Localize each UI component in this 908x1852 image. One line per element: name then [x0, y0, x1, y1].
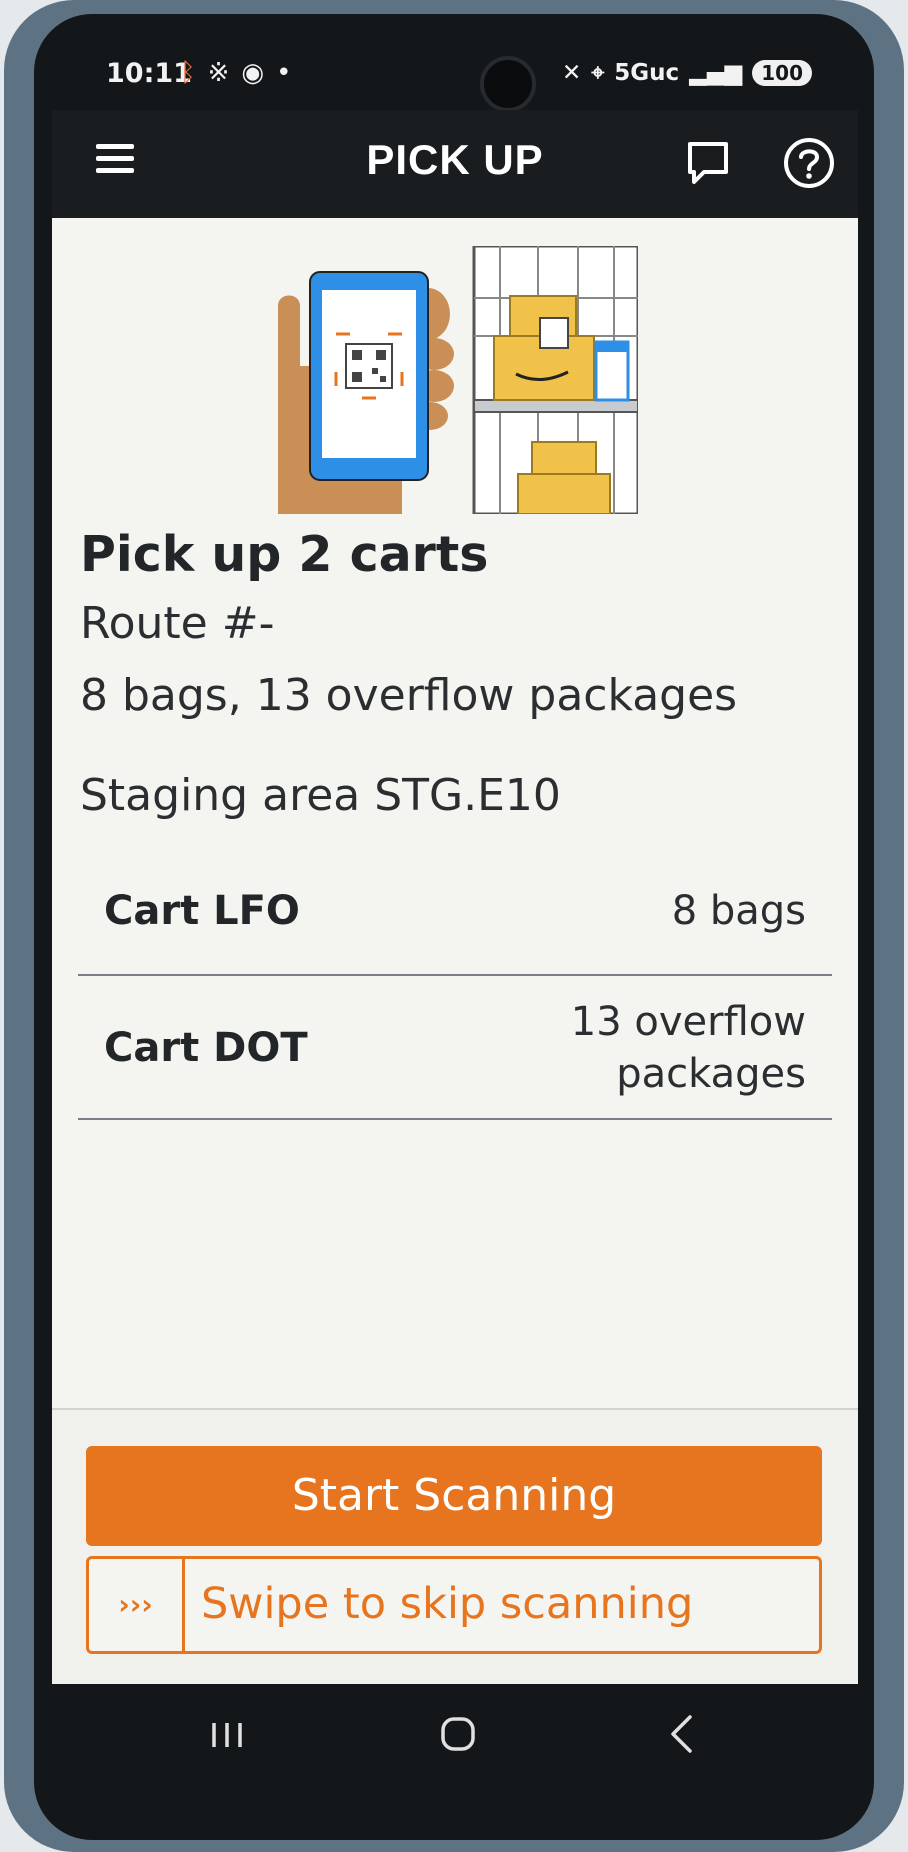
pickup-summary: 8 bags, 13 overflow packages [80, 670, 738, 721]
bluetooth-icon: ᛒ [180, 58, 196, 88]
recents-icon[interactable] [208, 1720, 246, 1750]
network-label: 5Guc [614, 60, 680, 86]
signal-icon: ▂▄▆ [689, 60, 743, 86]
swipe-label: Swipe to skip scanning [201, 1579, 694, 1629]
cart-name: Cart DOT [104, 1025, 308, 1071]
chat-icon[interactable] [686, 140, 730, 188]
system-nav-bar [52, 1684, 858, 1784]
pickup-title: Pick up 2 carts [80, 526, 489, 583]
route-number: Route #- [80, 598, 275, 649]
action-footer: Start Scanning ››› Swipe to skip scannin… [52, 1408, 858, 1684]
cart-name: Cart LFO [104, 888, 300, 934]
location-icon: ⌖ [591, 60, 605, 86]
nfc-icon: ※ [207, 58, 230, 88]
cart-row: Cart DOT 13 overflow packages [78, 978, 832, 1120]
status-bar: 10:11 ᛒ ※ ◉ • ✕ ⌖ 5Guc ▂▄▆ 100 [52, 34, 852, 122]
mute-icon: ✕ [562, 60, 582, 86]
status-left-icons: ᛒ ※ ◉ • [180, 58, 291, 88]
start-scanning-button[interactable]: Start Scanning [86, 1446, 822, 1546]
cart-row: Cart LFO 8 bags [78, 848, 832, 976]
home-icon[interactable] [438, 1714, 478, 1754]
page-title: PICK UP [366, 136, 544, 183]
cart-contents: 8 bags [671, 888, 806, 934]
app-header: PICK UP [52, 110, 858, 218]
back-icon[interactable] [666, 1712, 696, 1756]
help-icon[interactable] [782, 136, 836, 190]
battery-indicator: 100 [752, 60, 812, 86]
notification-dot-icon: • [276, 58, 292, 88]
staging-area: Staging area STG.E10 [80, 770, 561, 821]
front-camera [480, 56, 536, 112]
cart-contents-line: packages [616, 1051, 806, 1097]
main-content: Pick up 2 carts Route #- 8 bags, 13 over… [52, 218, 858, 1684]
cart-contents: 13 overflow packages [571, 996, 806, 1100]
scan-illustration [278, 246, 638, 514]
swipe-to-skip-slider[interactable]: ››› Swipe to skip scanning [86, 1556, 822, 1654]
status-right-icons: ✕ ⌖ 5Guc ▂▄▆ 100 [562, 60, 812, 86]
data-saver-icon: ◉ [241, 58, 265, 88]
cart-contents-line: 13 overflow [570, 999, 806, 1045]
swipe-handle[interactable]: ››› [89, 1559, 185, 1651]
